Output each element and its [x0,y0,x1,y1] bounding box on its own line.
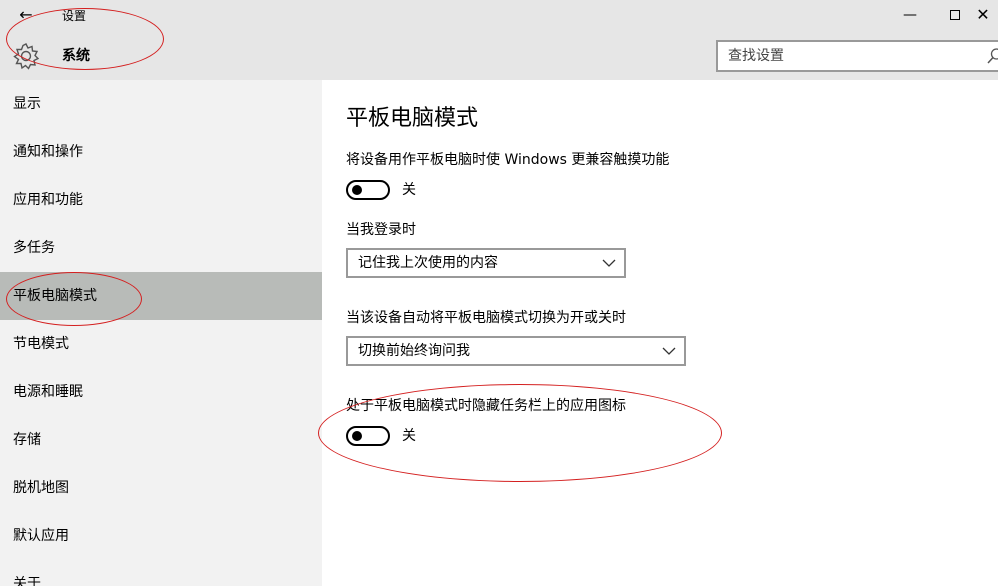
touch-friendly-toggle[interactable] [346,180,390,200]
sidebar-item-apps-features[interactable]: 应用和功能 [0,176,322,224]
toggle-knob [352,185,362,195]
maximize-button[interactable] [940,4,970,26]
touch-setting-label: 将设备用作平板电脑时使 Windows 更兼容触摸功能 [346,152,670,168]
search-box[interactable] [716,40,998,72]
sidebar-item-multitasking[interactable]: 多任务 [0,224,322,272]
sidebar: 显示 通知和操作 应用和功能 多任务 平板电脑模式 节电模式 电源和睡眠 存储 … [0,80,322,586]
search-input[interactable] [718,42,968,70]
chevron-down-icon [662,347,676,355]
sidebar-item-default-apps[interactable]: 默认应用 [0,512,322,560]
minimize-button[interactable]: — [895,4,925,26]
chevron-down-icon [602,259,616,267]
touch-toggle-state: 关 [402,182,416,198]
sidebar-item-offline-maps[interactable]: 脱机地图 [0,464,322,512]
maximize-icon [950,10,960,20]
auto-switch-dropdown[interactable]: 切换前始终询问我 [346,336,686,366]
annotation-circle-tablet-mode [6,272,142,326]
auto-switch-label: 当该设备自动将平板电脑模式切换为开或关时 [346,310,626,326]
sign-in-label: 当我登录时 [346,222,416,238]
sign-in-dropdown[interactable]: 记住我上次使用的内容 [346,248,626,278]
auto-switch-value: 切换前始终询问我 [358,343,470,359]
main-content: 平板电脑模式 将设备用作平板电脑时使 Windows 更兼容触摸功能 关 当我登… [322,80,998,586]
close-button[interactable]: ✕ [968,4,998,26]
sidebar-item-notifications[interactable]: 通知和操作 [0,128,322,176]
sidebar-item-about[interactable]: 关于 [0,560,322,586]
annotation-circle-hide-icons [318,384,722,482]
sidebar-item-power-sleep[interactable]: 电源和睡眠 [0,368,322,416]
page-title: 平板电脑模式 [346,106,479,131]
sign-in-value: 记住我上次使用的内容 [358,255,498,271]
sidebar-item-display[interactable]: 显示 [0,80,322,128]
sidebar-item-battery-saver[interactable]: 节电模式 [0,320,322,368]
annotation-circle-header [6,8,164,70]
sidebar-item-storage[interactable]: 存储 [0,416,322,464]
search-icon[interactable] [986,47,998,65]
